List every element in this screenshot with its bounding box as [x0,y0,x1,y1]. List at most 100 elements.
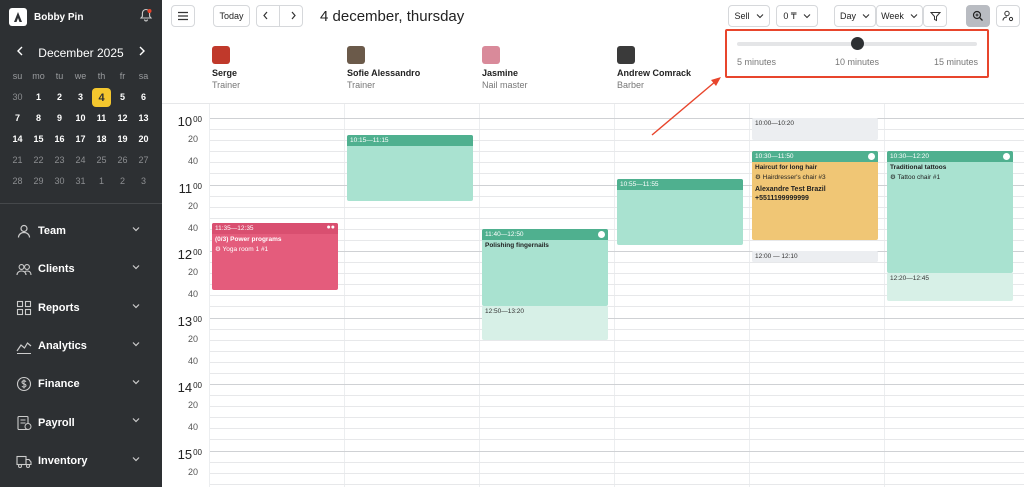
bell-icon[interactable] [139,8,153,22]
view-day-label: Day [839,11,856,21]
next-month-button[interactable] [134,45,150,61]
calendar-day[interactable]: 7 [7,108,28,129]
calendar-day[interactable]: 19 [112,129,133,150]
calendar-day[interactable]: 11 [91,108,112,129]
appointment-card[interactable]: 10:15—11:15 [347,134,473,202]
employee-column-header[interactable]: Serge Trainer [212,46,342,90]
brand[interactable]: Bobby Pin [9,8,83,26]
calendar-day-today[interactable]: 4 [92,88,111,107]
staff-settings-button[interactable] [996,5,1020,27]
appointment-card[interactable]: 10:55—11:55 [617,178,743,246]
calendar-day[interactable]: 18 [91,129,112,150]
sidebar-item-analytics[interactable]: Analytics [0,327,162,365]
calendar-day[interactable]: 2 [112,171,133,192]
hour-label: 1100 [162,181,202,196]
grid-line [210,140,1024,142]
minute-label: 40 [187,355,198,366]
calendar-day[interactable]: 21 [7,150,28,171]
zoom-icon [972,10,983,21]
calendar-day[interactable]: 30 [49,171,70,192]
calendar-day[interactable]: 25 [91,150,112,171]
appointment-card[interactable]: 12:50—13:20 [482,306,608,340]
calendar-day[interactable]: 13 [133,108,154,129]
chevron-down-icon [756,14,763,19]
grid-icon [16,300,32,315]
calendar-day[interactable]: 15 [28,129,49,150]
grid-line [210,350,1024,352]
menu-button[interactable] [171,5,195,27]
sell-dropdown[interactable]: Sell [728,5,770,27]
client-phone: +5511199999999 [755,195,809,203]
sidebar-item-payroll[interactable]: Payroll [0,403,162,441]
sidebar-item-finance[interactable]: Finance [0,365,162,403]
appointment-title: Haircut for long hair [755,164,818,172]
hour-minutes: 00 [193,381,202,390]
grid-line [210,306,1024,308]
view-day-dropdown[interactable]: Day [834,5,876,27]
sidebar-item-inventory[interactable]: Inventory [0,442,162,480]
grid-line [210,461,1024,463]
minute-label: 20 [187,267,198,278]
calendar-day[interactable]: 27 [133,150,154,171]
sidebar-item-reports[interactable]: Reports [0,289,162,327]
calendar-day[interactable]: 1 [28,87,49,108]
calendar-day[interactable]: 6 [133,87,154,108]
filter-button[interactable] [923,5,947,27]
calendar-day[interactable]: 24 [70,150,91,171]
employee-role: Nail master [482,80,528,90]
calendar-day[interactable]: 17 [70,129,91,150]
chevron-down-icon [910,14,918,19]
calendar-day[interactable]: 8 [28,108,49,129]
hour-minutes: 00 [193,181,202,191]
appointment-card[interactable]: 10:30—11:50 Haircut for long hair ⚙ Hairdr… [752,151,878,240]
calendar-day[interactable]: 20 [133,129,154,150]
employee-role: Trainer [347,80,376,90]
calendar-day[interactable]: 22 [28,150,49,171]
appointment-title: (0/3) Power programs [215,236,282,244]
sidebar-divider [0,203,162,204]
calendar-day[interactable]: 30 [7,87,28,108]
view-week-dropdown[interactable]: Week [876,5,923,27]
zoom-label-min: 5 minutes [737,57,777,67]
employee-column-header[interactable]: Jasmine Nail master [482,46,612,90]
appointment-card[interactable]: 12:20—12:45 [887,273,1013,301]
grid-line [210,417,1024,419]
person-icon [17,225,31,238]
sidebar-item-team[interactable]: Team [0,212,162,250]
zoom-slider-handle[interactable] [851,37,864,50]
employee-column-header[interactable]: Sofie Alessandro Trainer [347,46,477,90]
prev-day-button[interactable] [262,11,269,22]
appointment-card[interactable]: 11:35—12:35 ●● (0/3) Power programs ⚙ Yoga … [212,223,338,290]
calendar-day[interactable]: 16 [49,129,70,150]
next-day-button[interactable] [290,11,297,22]
clock-icon [598,230,605,238]
zoom-label-max: 15 minutes [933,57,978,67]
weekday-label: fr [119,71,126,81]
balance-dropdown[interactable]: 0 ₸ [776,5,818,27]
calendar-day[interactable]: 28 [7,171,28,192]
calendar-day[interactable]: 26 [112,150,133,171]
calendar-day[interactable]: 23 [49,150,70,171]
appointment-card[interactable]: 10:30—12:20 Traditional tattoos ⚙ Tattoo c… [887,151,1013,274]
calendar-day[interactable]: 1 [91,171,112,192]
chevron-down-icon [132,418,140,423]
calendar-day[interactable]: 14 [7,129,28,150]
sidebar-item-clients[interactable]: Clients [0,250,162,288]
appointment-time: 12:00 — 12:10 [755,253,798,260]
calendar-day[interactable]: 29 [28,171,49,192]
calendar-day[interactable]: 3 [133,171,154,192]
calendar-day[interactable]: 2 [49,87,70,108]
calendar-day[interactable]: 10 [70,108,91,129]
calendar-day[interactable]: 12 [112,108,133,129]
zoom-button[interactable] [966,5,990,27]
calendar-day[interactable]: 9 [49,108,70,129]
today-button[interactable]: Today [213,5,250,27]
appointment-card[interactable]: 11:40—12:50 Polishing fingernails [482,228,608,307]
appointment-card[interactable]: 10:00—10:20 [752,118,878,141]
calendar-day[interactable]: 5 [112,87,133,108]
appointment-resource-text: Tattoo chair #1 [897,174,941,182]
calendar-day[interactable]: 3 [70,87,91,108]
calendar-day[interactable]: 31 [70,171,91,192]
grid-line [210,483,1024,485]
appointment-card[interactable]: 12:00 — 12:10 [752,251,878,263]
